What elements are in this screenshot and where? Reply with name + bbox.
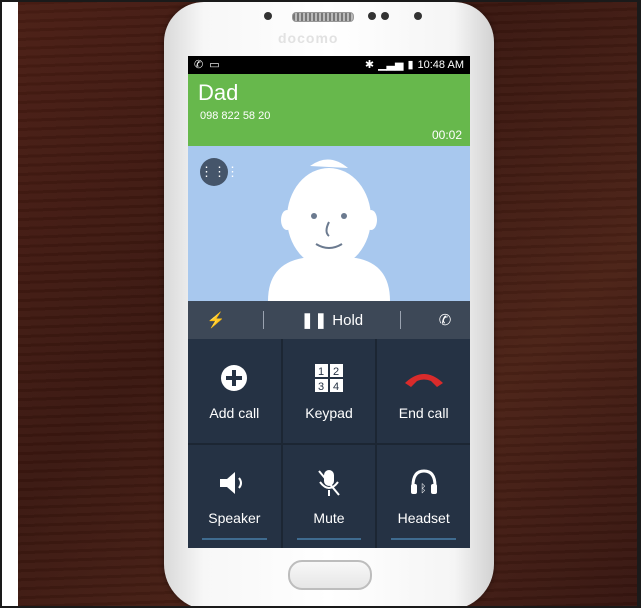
status-time: 10:48 AM [417,58,464,71]
image-frame: docomo ✆ ▭ ✱ ▁▃▅ ▮ 10:48 AM Dad 098 822 … [0,0,641,608]
keypad-button[interactable]: 1234 Keypad [282,339,376,443]
mute-indicator [296,538,362,540]
divider [262,311,264,329]
call-actions-grid: Add call 1234 Keypad End call Speaker Mu… [188,339,470,548]
mute-button[interactable]: Mute [282,444,376,548]
headset-button[interactable]: ᛒ Headset [377,444,470,548]
voice-equalizer-icon[interactable]: ⋮⋮⋮ [200,158,239,186]
sensor-dot [381,12,389,20]
svg-text:4: 4 [333,381,339,393]
headset-label: Headset [397,510,450,527]
hold-label: Hold [332,312,364,329]
call-duration: 00:02 [431,128,462,142]
speaker-icon [218,466,250,500]
call-status-icon: ✆ [194,59,204,71]
light-sensor [414,12,422,20]
svg-text:3: 3 [318,381,324,393]
end-call-icon [403,361,445,395]
noise-reduction-icon[interactable]: ⚡ [207,311,226,329]
home-button[interactable] [288,560,372,590]
mute-icon [316,466,342,500]
carrier-logo: docomo [278,30,339,46]
keypad-label: Keypad [305,404,353,421]
pause-icon: ❚❚ [300,312,329,329]
hold-button[interactable]: ❚❚ Hold [301,311,363,329]
front-camera [264,12,272,20]
extra-volume-icon[interactable]: ✆ [439,311,452,329]
caller-number: 098 822 58 20 [200,110,271,122]
speaker-button[interactable]: Speaker [188,444,281,548]
add-call-label: Add call [209,404,260,421]
signal-icon: ▁▃▅ [378,59,404,71]
caller-name: Dad [198,80,239,105]
keypad-icon: 1234 [314,361,344,395]
caller-bar: Dad 098 822 58 20 00:02 [188,74,470,146]
bluetooth-icon: ✱ [364,59,375,71]
headset-indicator [391,538,456,540]
status-bar: ✆ ▭ ✱ ▁▃▅ ▮ 10:48 AM [188,56,470,74]
sensor-dot [368,12,376,20]
phone-screen: ✆ ▭ ✱ ▁▃▅ ▮ 10:48 AM Dad 098 822 58 20 0… [188,56,470,548]
add-call-icon [220,361,248,395]
call-controls-bar: ⚡ ❚❚ Hold ✆ [188,301,470,339]
battery-icon: ▮ [407,59,414,71]
screen-icon: ▭ [209,59,220,71]
speaker-indicator [202,538,267,540]
divider [400,311,402,329]
svg-text:2: 2 [333,366,339,378]
caller-photo: ⋮⋮⋮ [188,146,470,301]
mute-label: Mute [313,510,345,527]
end-call-button[interactable]: End call [377,339,470,443]
add-call-button[interactable]: Add call [188,339,281,443]
end-call-label: End call [398,404,449,421]
svg-text:ᛒ: ᛒ [420,483,427,495]
earpiece-speaker [292,12,354,22]
speaker-label: Speaker [208,510,261,527]
headset-icon: ᛒ [409,466,439,500]
svg-text:1: 1 [318,366,324,378]
